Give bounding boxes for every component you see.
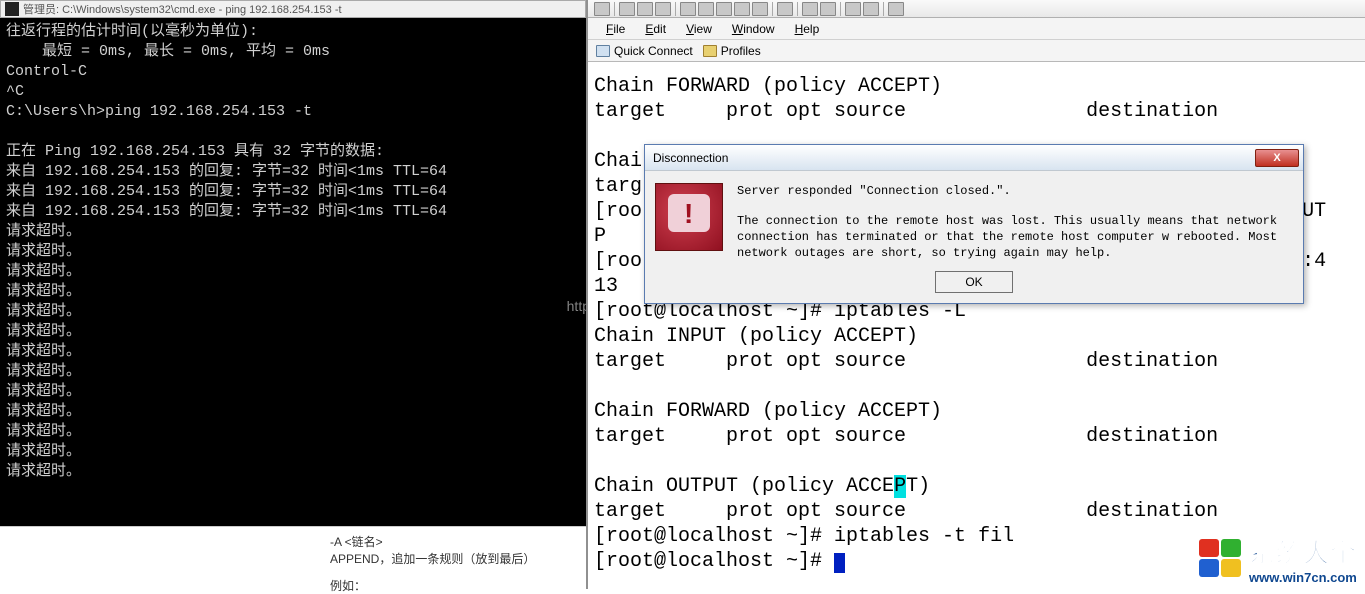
- cmd-line: 请求超时。: [6, 423, 81, 440]
- toolbar-icon[interactable]: [619, 2, 635, 16]
- profiles-button[interactable]: Profiles: [703, 44, 761, 58]
- cmd-terminal-body[interactable]: 往返行程的估计时间(以毫秒为单位): 最短 = 0ms, 最长 = 0ms, 平…: [0, 18, 586, 526]
- term-line: [root@localhost ~]# iptables -t fil: [594, 525, 1014, 548]
- toolbar-icon[interactable]: [680, 2, 696, 16]
- cmd-line: 请求超时。: [6, 363, 81, 380]
- menu-help[interactable]: Help: [787, 20, 828, 38]
- cmd-line: 最短 = 0ms, 最长 = 0ms, 平均 = 0ms: [6, 43, 330, 60]
- cmd-line: 来自 192.168.254.153 的回复: 字节=32 时间<1ms TTL…: [6, 183, 447, 200]
- lower-panel: -A <链名> APPEND，追加一条规则（放到最后） 例如：: [0, 526, 586, 589]
- windows-flag-icon: [1199, 539, 1243, 579]
- term-line: target prot opt source destination: [594, 350, 1218, 373]
- close-icon: X: [1273, 152, 1280, 164]
- folder-icon: [703, 45, 717, 57]
- cmd-icon: [5, 2, 19, 16]
- dialog-titlebar[interactable]: Disconnection X: [645, 145, 1303, 171]
- toolbar-icon[interactable]: [752, 2, 768, 16]
- ok-button[interactable]: OK: [935, 271, 1013, 293]
- dialog-text: Server responded "Connection closed.". T…: [737, 183, 1293, 261]
- dialog-close-button[interactable]: X: [1255, 149, 1299, 167]
- cmd-line: 正在 Ping 192.168.254.153 具有 32 字节的数据:: [6, 143, 384, 160]
- cmd-line: C:\Users\h>ping 192.168.254.153 -t: [6, 103, 312, 120]
- dialog-title-text: Disconnection: [653, 151, 728, 165]
- profiles-label: Profiles: [721, 44, 761, 58]
- warning-icon: !: [655, 183, 723, 251]
- cmd-line: 往返行程的估计时间(以毫秒为单位):: [6, 23, 258, 40]
- watermark-logo: 系统大全 www.win7cn.com: [1199, 533, 1357, 585]
- quick-connect-label: Quick Connect: [614, 44, 693, 58]
- disconnection-dialog: Disconnection X ! Server responded "Conn…: [644, 144, 1304, 304]
- toolbar-icon[interactable]: [777, 2, 793, 16]
- cmd-line: 请求超时。: [6, 283, 81, 300]
- toolbar-icon[interactable]: [845, 2, 861, 16]
- cmd-line: 请求超时。: [6, 243, 81, 260]
- term-line: P: [594, 225, 606, 248]
- toolbar-icon[interactable]: [594, 2, 610, 16]
- term-line: target prot opt source destination: [594, 100, 1218, 123]
- menu-edit[interactable]: Edit: [637, 20, 674, 38]
- term-line: Chain INPUT (policy ACCEPT): [594, 325, 918, 348]
- toolbar-icon[interactable]: [637, 2, 653, 16]
- toolbar-icon[interactable]: [820, 2, 836, 16]
- cmd-line: Control-C: [6, 63, 87, 80]
- ssh-toolbar: [588, 0, 1365, 18]
- dialog-body: ! Server responded "Connection closed.".…: [645, 171, 1303, 267]
- cmd-line: 请求超时。: [6, 463, 81, 480]
- term-highlight: P: [894, 475, 906, 498]
- terminal-cursor: [834, 553, 845, 573]
- term-line: target prot opt source destination: [594, 500, 1218, 523]
- watermark-sub-text: www.win7cn.com: [1249, 570, 1357, 585]
- menu-file[interactable]: File: [598, 20, 633, 38]
- ssh-quickbar: Quick Connect Profiles: [588, 40, 1365, 62]
- cmd-line: 请求超时。: [6, 343, 81, 360]
- cmd-line: 请求超时。: [6, 303, 81, 320]
- cmd-titlebar[interactable]: 管理员: C:\Windows\system32\cmd.exe - ping …: [0, 0, 586, 18]
- cmd-line: 请求超时。: [6, 223, 81, 240]
- cmd-line: ^C: [6, 83, 24, 100]
- term-line: 13: [594, 275, 618, 298]
- term-line: Chain FORWARD (policy ACCEPT): [594, 75, 942, 98]
- cmd-window: 管理员: C:\Windows\system32\cmd.exe - ping …: [0, 0, 586, 589]
- dialog-body-msg: The connection to the remote host was lo…: [737, 213, 1293, 261]
- toolbar-icon[interactable]: [655, 2, 671, 16]
- cmd-line: 请求超时。: [6, 383, 81, 400]
- quick-connect-button[interactable]: Quick Connect: [596, 44, 693, 58]
- term-line: Chain OUTPUT (policy ACCEPT): [594, 475, 930, 498]
- dialog-button-row: OK: [645, 267, 1303, 303]
- cmd-line: 请求超时。: [6, 263, 81, 280]
- watermark-main-text: 系统大全: [1249, 533, 1357, 570]
- toolbar-icon[interactable]: [698, 2, 714, 16]
- lower-line: APPEND，追加一条规则（放到最后）: [330, 550, 535, 567]
- cmd-line: 请求超时。: [6, 403, 81, 420]
- ssh-menubar: File Edit View Window Help: [588, 18, 1365, 40]
- toolbar-icon[interactable]: [802, 2, 818, 16]
- term-line: Chai: [594, 150, 642, 173]
- cmd-line: 请求超时。: [6, 323, 81, 340]
- dialog-main-msg: Server responded "Connection closed.".: [737, 183, 1293, 199]
- term-line: Chain FORWARD (policy ACCEPT): [594, 400, 942, 423]
- cmd-line: 请求超时。: [6, 443, 81, 460]
- toolbar-icon[interactable]: [863, 2, 879, 16]
- lower-line: -A <链名>: [330, 533, 535, 550]
- menu-window[interactable]: Window: [724, 20, 783, 38]
- lower-line: 例如：: [330, 577, 535, 594]
- term-line: [root@localhost ~]#: [594, 550, 845, 573]
- term-line: target prot opt source destination: [594, 425, 1218, 448]
- toolbar-icon[interactable]: [734, 2, 750, 16]
- toolbar-icon[interactable]: [716, 2, 732, 16]
- ssh-terminal-body[interactable]: Chain FORWARD (policy ACCEPT) target pro…: [588, 62, 1365, 589]
- cmd-title-text: 管理员: C:\Windows\system32\cmd.exe - ping …: [23, 1, 342, 17]
- cmd-line: 来自 192.168.254.153 的回复: 字节=32 时间<1ms TTL…: [6, 203, 447, 220]
- toolbar-icon[interactable]: [888, 2, 904, 16]
- cmd-line: 来自 192.168.254.153 的回复: 字节=32 时间<1ms TTL…: [6, 163, 447, 180]
- quick-connect-icon: [596, 45, 610, 57]
- menu-view[interactable]: View: [678, 20, 720, 38]
